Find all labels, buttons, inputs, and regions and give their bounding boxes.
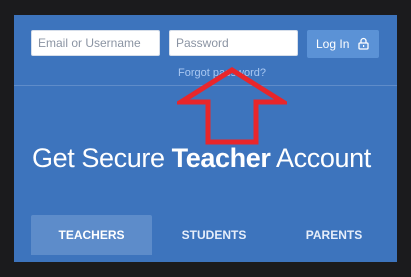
login-page: Email or Username Password Log In Forgot… <box>14 15 397 262</box>
title-prefix: Get Secure <box>32 143 172 173</box>
title-emphasis: Teacher <box>171 143 271 173</box>
login-button[interactable]: Log In <box>307 30 379 58</box>
login-button-label: Log In <box>316 37 350 51</box>
lock-icon <box>358 37 369 50</box>
tab-parents[interactable]: PARENTS <box>291 215 377 255</box>
email-field[interactable]: Email or Username <box>31 30 160 56</box>
title-suffix: Account <box>270 143 371 173</box>
password-field[interactable]: Password <box>169 30 298 56</box>
page-title: Get Secure Teacher Account <box>32 143 371 174</box>
tab-teachers[interactable]: TEACHERS <box>31 215 152 255</box>
tab-students[interactable]: STUDENTS <box>166 215 262 255</box>
arrow-up-icon <box>177 67 287 145</box>
